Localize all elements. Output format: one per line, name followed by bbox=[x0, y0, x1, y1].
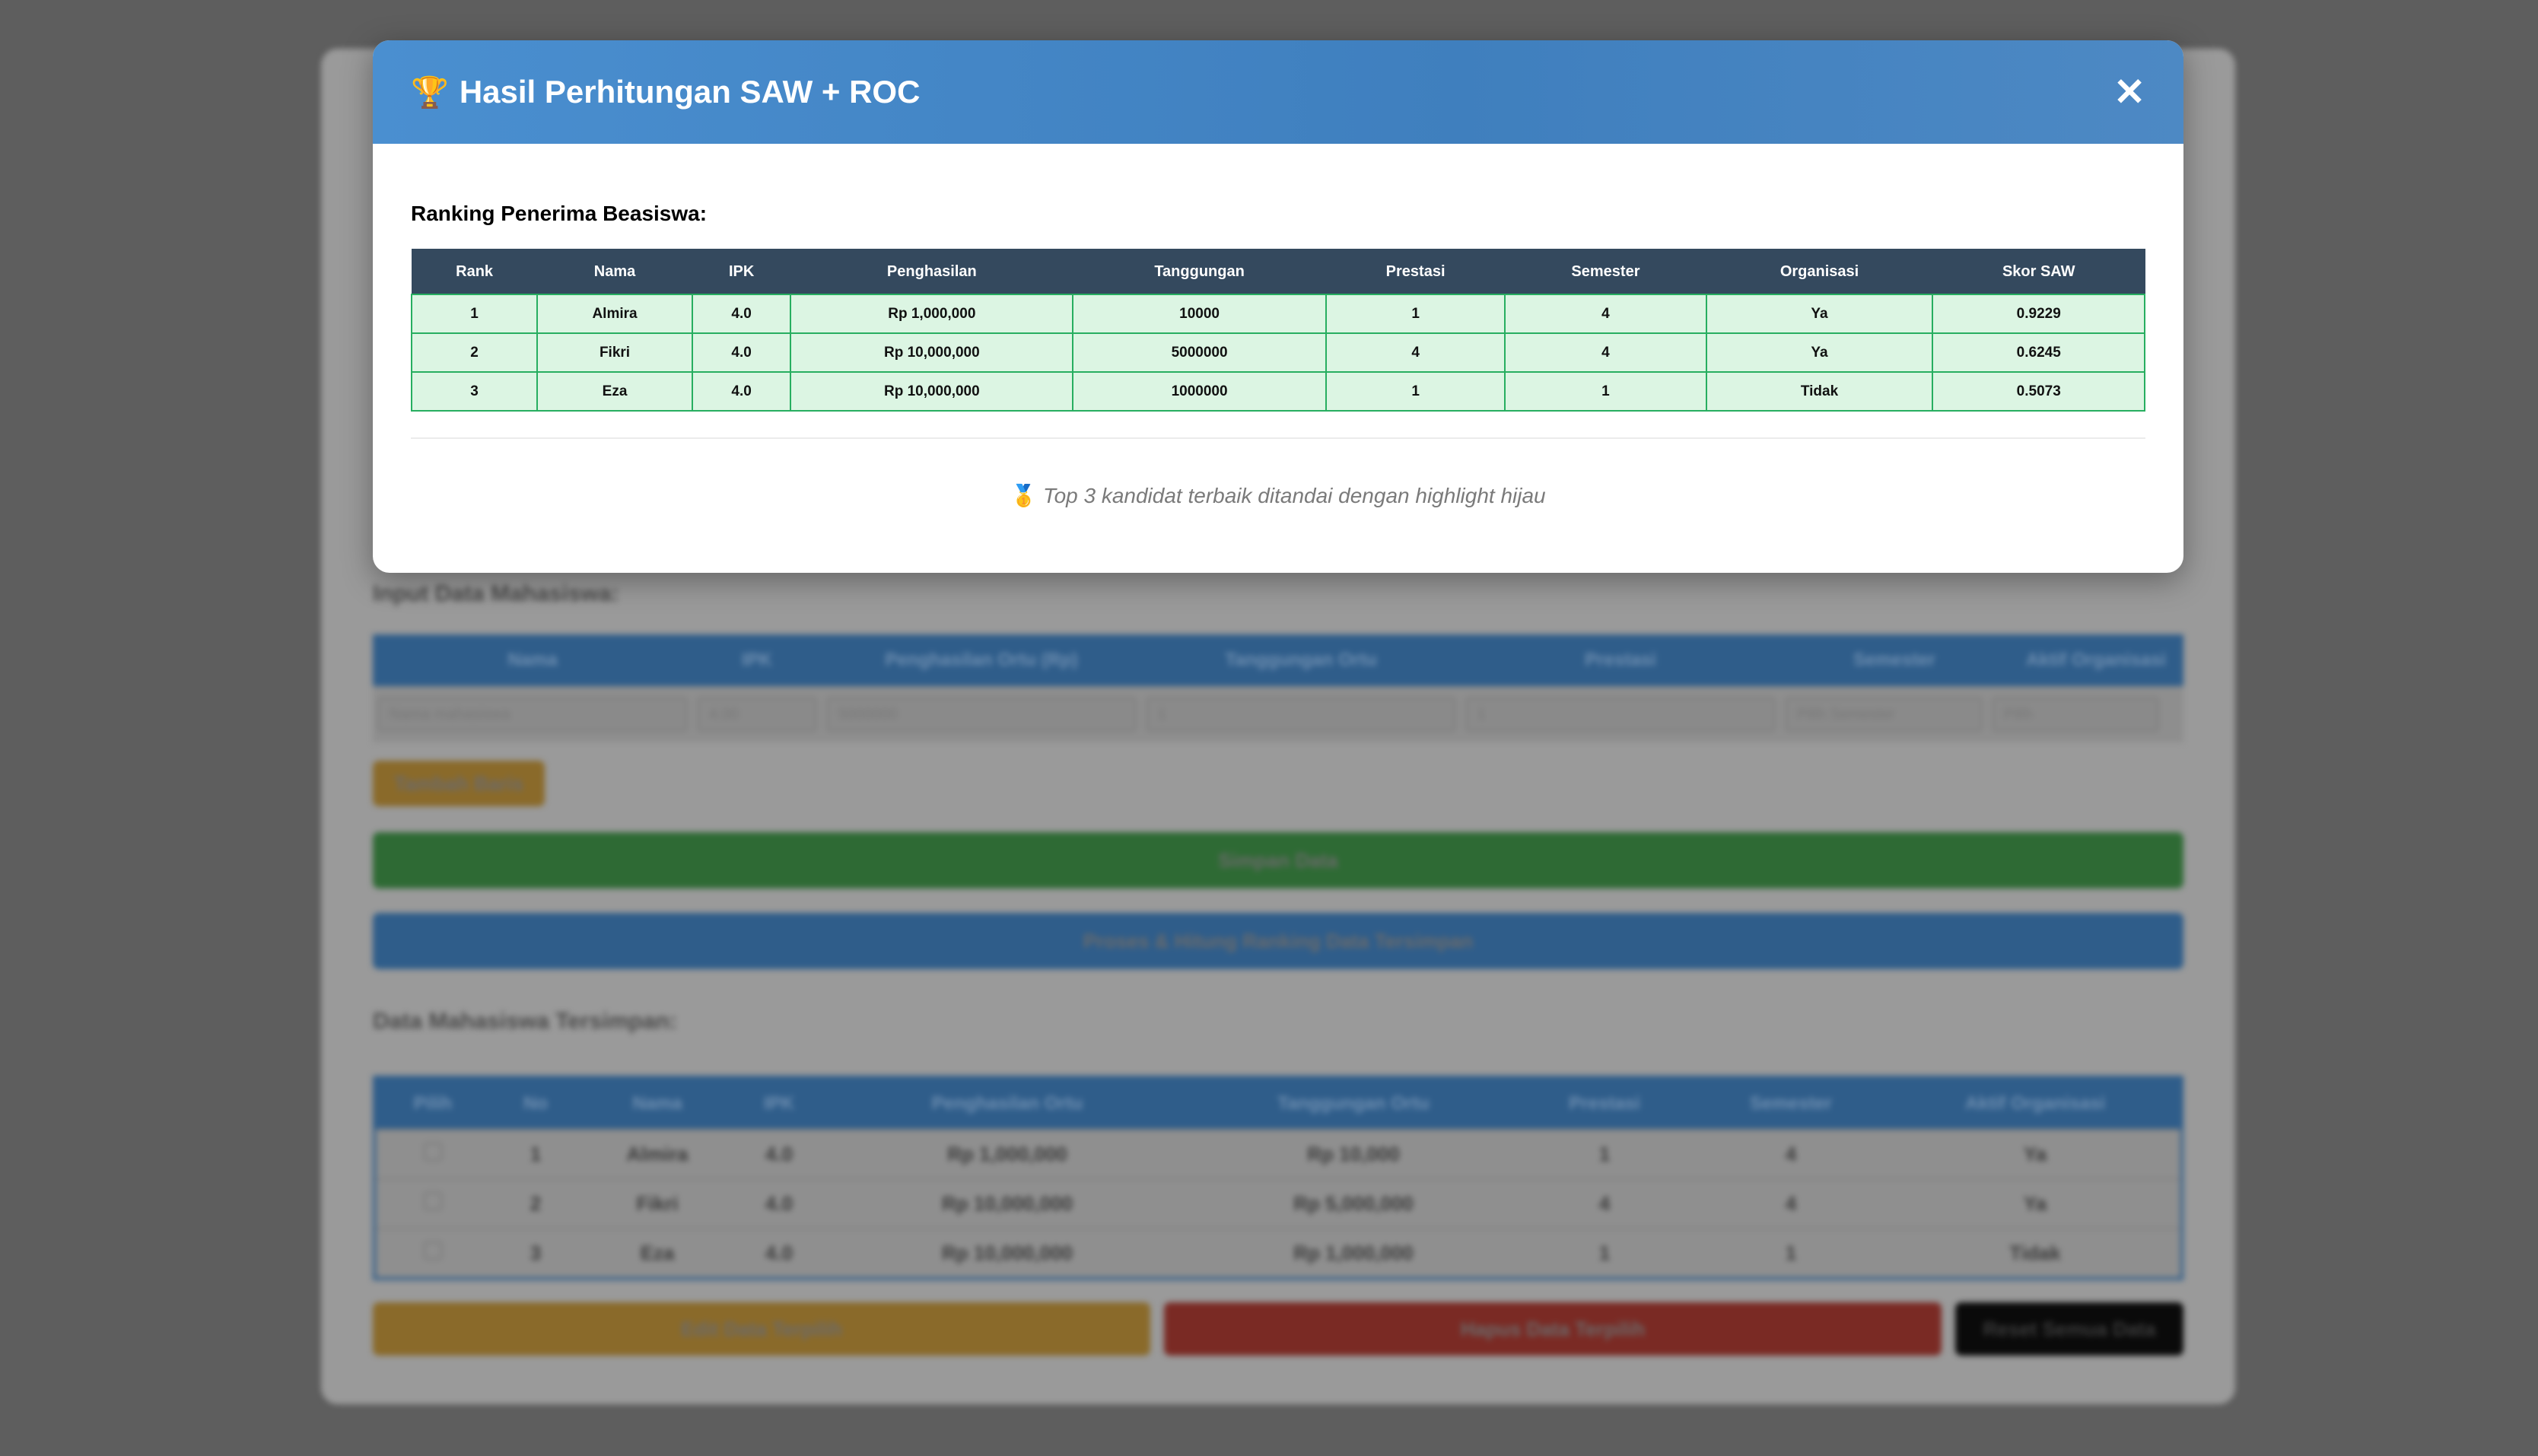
ipk-cell: 4.0 bbox=[691, 294, 792, 334]
table-row: 3 Eza 4.0 Rp 10,000,000 Rp 1,000,000 1 1… bbox=[376, 1228, 2180, 1277]
nama-input[interactable]: Nama mahasiswa bbox=[377, 697, 688, 732]
prestasi-cell: 4 bbox=[1325, 332, 1506, 373]
semester-cell: 4 bbox=[1504, 294, 1707, 334]
ipk-cell: 4.0 bbox=[691, 371, 792, 412]
col-tanggungan: Tanggungan Ortu bbox=[1225, 650, 1377, 670]
table-row: 2 Fikri 4.0 Rp 10,000,000 Rp 5,000,000 4… bbox=[376, 1178, 2180, 1228]
table-row: 1 Almira 4.0 Rp 1,000,000 Rp 10,000 1 4 … bbox=[376, 1129, 2180, 1178]
saved-table-header: Pilih No Nama IPK Penghasilan Ortu Tangg… bbox=[376, 1079, 2180, 1129]
modal-title-text: Hasil Perhitungan SAW + ROC bbox=[459, 74, 921, 110]
col-ipk: IPK bbox=[692, 249, 791, 295]
edit-selected-button[interactable]: Edit Data Terpilih bbox=[373, 1302, 1150, 1356]
prestasi-cell: 1 bbox=[1325, 294, 1506, 334]
add-row-button[interactable]: Tambah Baris bbox=[373, 761, 545, 806]
saved-table: Pilih No Nama IPK Penghasilan Ortu Tangg… bbox=[373, 1076, 2183, 1280]
col-ipk: IPK bbox=[741, 650, 772, 670]
nama-cell: Almira bbox=[536, 294, 693, 334]
prestasi-cell: 1 bbox=[1325, 371, 1506, 412]
col-prestasi: Prestasi bbox=[1569, 1093, 1640, 1114]
tanggungan-input[interactable]: 1 bbox=[1146, 697, 1456, 732]
col-penghasilan: Penghasilan Ortu (Rp) bbox=[885, 650, 1078, 670]
input-heading: Input Data Mahasiswa: bbox=[373, 581, 619, 606]
tanggungan-cell: 5000000 bbox=[1072, 332, 1327, 373]
input-row: Nama mahasiswa 4.00 5000000 1 1 Pilih Se… bbox=[373, 686, 2183, 742]
ipk-cell: 4.0 bbox=[691, 332, 792, 373]
prestasi-input[interactable]: 1 bbox=[1465, 697, 1776, 732]
col-nama: Nama bbox=[632, 1093, 682, 1114]
semester-cell: 4 bbox=[1504, 332, 1707, 373]
col-organisasi: Aktif Organisasi bbox=[2025, 650, 2167, 670]
tanggungan-cell: 10000 bbox=[1072, 294, 1327, 334]
col-nama: Nama bbox=[507, 650, 558, 670]
col-tanggungan: Tanggungan Ortu bbox=[1277, 1093, 1430, 1114]
modal-body: Ranking Penerima Beasiswa: Rank Nama IPK… bbox=[373, 202, 2183, 508]
row-checkbox[interactable] bbox=[376, 1192, 490, 1216]
divider bbox=[411, 437, 2145, 439]
col-penghasilan: Penghasilan bbox=[790, 249, 1073, 295]
saved-heading: Data Mahasiswa Tersimpan: bbox=[373, 1009, 677, 1034]
ipk-input[interactable]: 4.00 bbox=[697, 697, 817, 732]
penghasilan-cell: Rp 10,000,000 bbox=[790, 371, 1074, 412]
reset-all-button[interactable]: Reset Semua Data bbox=[1955, 1302, 2183, 1356]
col-organisasi: Organisasi bbox=[1706, 249, 1933, 295]
col-prestasi: Prestasi bbox=[1585, 650, 1656, 670]
ranking-heading: Ranking Penerima Beasiswa: bbox=[411, 202, 708, 225]
penghasilan-cell: Rp 10,000,000 bbox=[790, 332, 1074, 373]
process-button[interactable]: Proses & Hitung Ranking Data Tersimpan bbox=[373, 913, 2183, 969]
footnote-text: Top 3 kandidat terbaik ditandai dengan h… bbox=[1043, 484, 1546, 507]
row-checkbox[interactable] bbox=[376, 1241, 490, 1265]
input-table: Nama IPK Penghasilan Ortu (Rp) Tanggunga… bbox=[373, 634, 2183, 742]
tanggungan-cell: 1000000 bbox=[1072, 371, 1327, 412]
col-no: No bbox=[523, 1093, 548, 1114]
col-ipk: IPK bbox=[763, 1093, 794, 1114]
col-semester: Semester bbox=[1853, 650, 1936, 670]
organisasi-cell: Ya bbox=[1705, 294, 1934, 334]
table-row: 3 Eza 4.0 Rp 10,000,000 1000000 1 1 Tida… bbox=[410, 371, 2145, 412]
table-row: 2 Fikri 4.0 Rp 10,000,000 5000000 4 4 Ya… bbox=[410, 332, 2145, 373]
ranking-table-header: Rank Nama IPK Penghasilan Tanggungan Pre… bbox=[411, 249, 2145, 295]
col-prestasi: Prestasi bbox=[1325, 249, 1506, 295]
input-table-header: Nama IPK Penghasilan Ortu (Rp) Tanggunga… bbox=[373, 634, 2183, 686]
skor-cell: 0.5073 bbox=[1932, 371, 2145, 412]
organisasi-cell: Tidak bbox=[1705, 371, 1934, 412]
penghasilan-cell: Rp 1,000,000 bbox=[790, 294, 1074, 334]
organisasi-cell: Ya bbox=[1705, 332, 1934, 373]
nama-cell: Eza bbox=[536, 371, 693, 412]
table-row: 1 Almira 4.0 Rp 1,000,000 10000 1 4 Ya 0… bbox=[410, 294, 2145, 334]
nama-cell: Fikri bbox=[536, 332, 693, 373]
semester-cell: 1 bbox=[1504, 371, 1707, 412]
delete-selected-button[interactable]: Hapus Data Terpilih bbox=[1164, 1302, 1942, 1356]
col-pilih: Pilih bbox=[413, 1093, 453, 1114]
ranking-table: Rank Nama IPK Penghasilan Tanggungan Pre… bbox=[410, 249, 2145, 412]
rank-cell: 2 bbox=[410, 332, 539, 373]
col-tanggungan: Tanggungan bbox=[1072, 249, 1327, 295]
results-modal: 🏆 Hasil Perhitungan SAW + ROC ✕ Ranking … bbox=[373, 40, 2183, 573]
save-button[interactable]: Simpan Data bbox=[373, 832, 2183, 889]
trophy-icon: 🏆 bbox=[411, 75, 449, 110]
skor-cell: 0.6245 bbox=[1932, 332, 2145, 373]
col-semester: Semester bbox=[1504, 249, 1707, 295]
modal-header: 🏆 Hasil Perhitungan SAW + ROC ✕ bbox=[373, 40, 2183, 144]
col-organisasi: Aktif Organisasi bbox=[1964, 1093, 2106, 1114]
modal-title: 🏆 Hasil Perhitungan SAW + ROC bbox=[411, 74, 2113, 110]
skor-cell: 0.9229 bbox=[1932, 294, 2145, 334]
organisasi-select[interactable]: Pilih bbox=[1992, 697, 2159, 732]
col-skor-saw: Skor SAW bbox=[1932, 249, 2145, 295]
col-semester: Semester bbox=[1749, 1093, 1833, 1114]
medal-icon: 🥇 bbox=[1010, 484, 1038, 507]
rank-cell: 1 bbox=[410, 294, 539, 334]
col-rank: Rank bbox=[411, 249, 538, 295]
close-icon[interactable]: ✕ bbox=[2113, 73, 2145, 111]
rank-cell: 3 bbox=[410, 371, 539, 412]
footnote: 🥇 Top 3 kandidat terbaik ditandai dengan… bbox=[411, 483, 2145, 508]
col-nama: Nama bbox=[536, 249, 693, 295]
penghasilan-input[interactable]: 5000000 bbox=[826, 697, 1137, 732]
semester-select[interactable]: Pilih Semester bbox=[1785, 697, 1983, 732]
row-checkbox[interactable] bbox=[376, 1143, 490, 1166]
col-penghasilan: Penghasilan Ortu bbox=[931, 1093, 1083, 1114]
